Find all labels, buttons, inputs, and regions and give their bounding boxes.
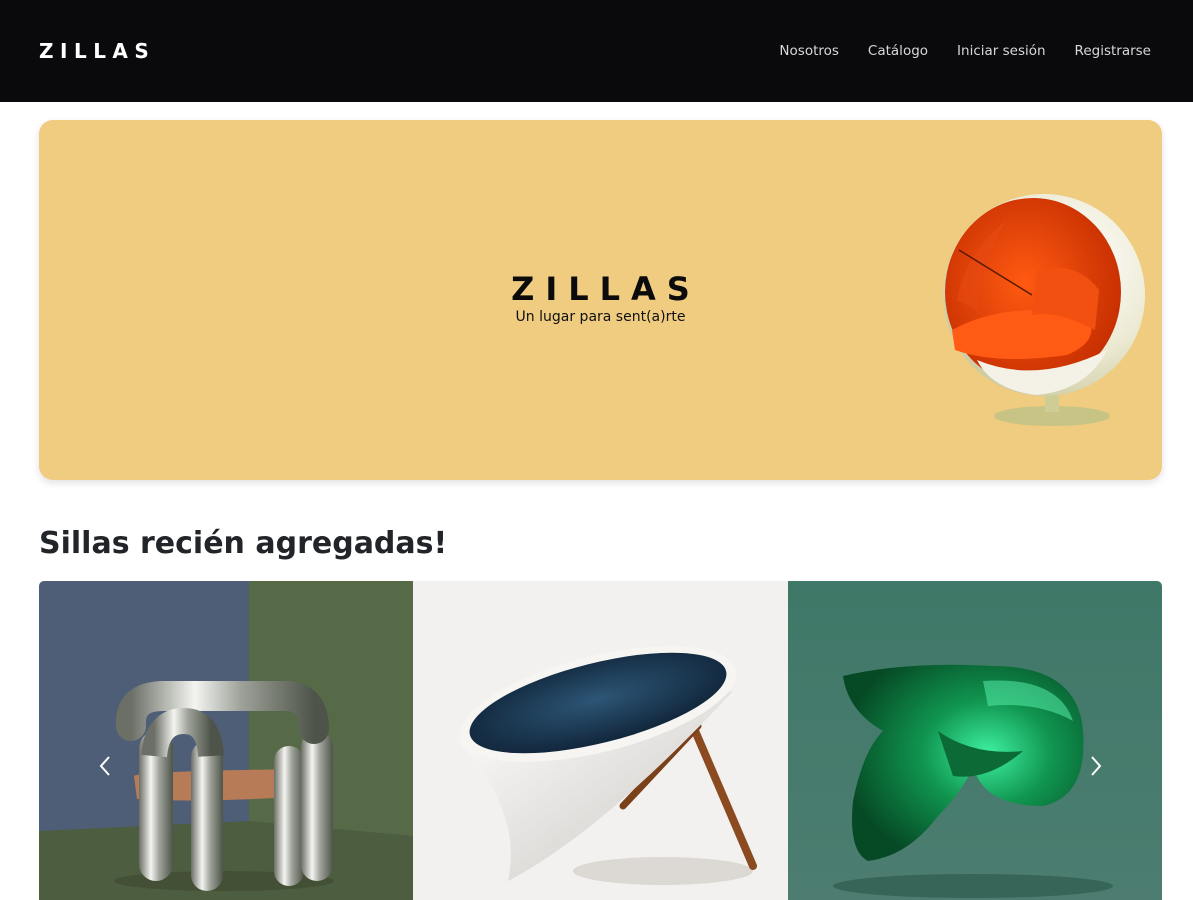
carousel-slide-cone-chair[interactable] [413,581,788,900]
nav-link-registrarse[interactable]: Registrarse [1075,43,1151,59]
brand-logo[interactable]: ZILLAS [39,39,155,63]
carousel-prev-button[interactable] [90,741,120,791]
carousel-next-button[interactable] [1081,741,1111,791]
blue-cone-chair-image [413,581,788,900]
egg-chair-image [943,194,1145,426]
nav-link-nosotros[interactable]: Nosotros [779,43,839,59]
chevron-left-icon [99,756,110,776]
hero-banner: ZILLAS Un lugar para sent(a)rte [39,120,1162,480]
nav-link-catalogo[interactable]: Catálogo [868,43,928,59]
top-navbar: ZILLAS Nosotros Catálogo Iniciar sesión … [0,0,1193,102]
chevron-right-icon [1091,756,1102,776]
nav-link-iniciar-sesion[interactable]: Iniciar sesión [957,43,1046,59]
new-chairs-carousel[interactable] [39,581,1162,900]
section-title: Sillas recién agregadas! [39,526,448,561]
nav-links: Nosotros Catálogo Iniciar sesión Registr… [750,43,1151,59]
